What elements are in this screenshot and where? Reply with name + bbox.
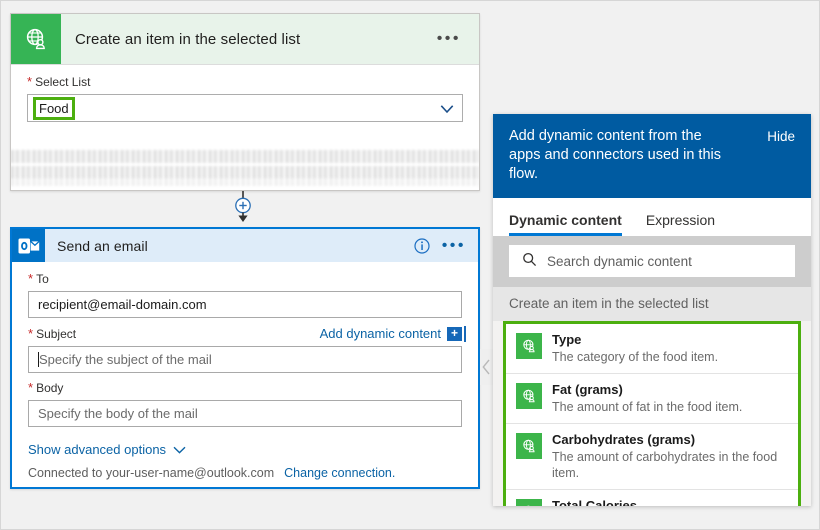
- list-item[interactable]: Fat (grams) The amount of fat in the foo…: [506, 374, 798, 424]
- dynamic-content-panel-header: Add dynamic content from the apps and co…: [493, 114, 811, 198]
- card-title-send-email: Send an email: [57, 238, 148, 254]
- sharepoint-globe-person-icon: [11, 14, 61, 64]
- hide-panel-button[interactable]: Hide: [767, 127, 795, 144]
- list-item-name: Total Calories: [552, 498, 788, 506]
- list-item-name: Carbohydrates (grams): [552, 432, 788, 448]
- subject-label-text: Subject: [36, 327, 76, 341]
- dynamic-content-group-label: Create an item in the selected list: [493, 287, 811, 321]
- chevron-left-icon: [482, 359, 491, 375]
- email-card-header-actions: •••: [414, 238, 478, 254]
- list-item-description: The amount of fat in the food item.: [552, 399, 742, 415]
- info-icon[interactable]: [414, 238, 430, 254]
- dynamic-content-panel: Add dynamic content from the apps and co…: [493, 114, 811, 506]
- list-item-text: Type The category of the food item.: [552, 332, 718, 365]
- sharepoint-globe-person-icon: [516, 383, 542, 409]
- body-label: * Body: [28, 381, 462, 395]
- action-card-send-email[interactable]: Send an email ••• * To: [10, 227, 480, 489]
- search-icon: [522, 252, 537, 270]
- card-body-send-email: * To recipient@email-domain.com * Subjec…: [12, 262, 478, 480]
- tab-expression[interactable]: Expression: [646, 212, 715, 236]
- select-list-value: Food: [36, 100, 72, 117]
- select-list-label: * Select List: [27, 75, 463, 89]
- dynamic-content-panel-header-text: Add dynamic content from the apps and co…: [509, 127, 733, 184]
- card-header-create-item[interactable]: Create an item in the selected list •••: [11, 14, 479, 65]
- card-body-create-item: * Select List Food: [11, 65, 479, 122]
- sharepoint-globe-person-icon: [516, 433, 542, 459]
- more-options-button[interactable]: •••: [442, 242, 466, 250]
- body-label-text: Body: [36, 381, 63, 395]
- body-input[interactable]: Specify the body of the mail: [28, 400, 462, 427]
- card-title-create-item: Create an item in the selected list: [75, 31, 300, 48]
- subject-label-row: * Subject Add dynamic content +: [28, 326, 462, 341]
- panel-collapse-handle[interactable]: [480, 349, 493, 385]
- action-card-create-item[interactable]: Create an item in the selected list ••• …: [10, 13, 480, 191]
- to-label: * To: [28, 272, 462, 286]
- chevron-down-icon: [173, 442, 186, 457]
- list-item-text: Total Calories The number of total calor…: [552, 498, 788, 506]
- to-input-value: recipient@email-domain.com: [38, 297, 207, 312]
- select-list-label-text: Select List: [35, 75, 90, 89]
- change-connection-link[interactable]: Change connection.: [284, 466, 395, 480]
- subject-input[interactable]: Specify the subject of the mail: [28, 346, 462, 373]
- sharepoint-globe-person-icon: [516, 333, 542, 359]
- card-header-actions: •••: [437, 35, 479, 43]
- add-dynamic-content-label: Add dynamic content: [320, 326, 441, 341]
- tab-dynamic-content[interactable]: Dynamic content: [509, 212, 622, 236]
- show-advanced-options-button[interactable]: Show advanced options: [28, 442, 462, 457]
- dynamic-content-tabs: Dynamic content Expression: [493, 198, 811, 236]
- list-item[interactable]: Total Calories The number of total calor…: [506, 490, 798, 506]
- search-dynamic-content-input[interactable]: Search dynamic content: [509, 245, 795, 277]
- required-indicator: *: [28, 327, 33, 340]
- subject-input-placeholder: Specify the subject of the mail: [39, 352, 212, 367]
- add-dynamic-content-button[interactable]: Add dynamic content +: [320, 326, 462, 341]
- body-input-placeholder: Specify the body of the mail: [38, 406, 198, 421]
- more-options-button[interactable]: •••: [437, 35, 461, 43]
- card-header-send-email[interactable]: Send an email •••: [12, 229, 478, 262]
- list-item-text: Fat (grams) The amount of fat in the foo…: [552, 382, 742, 415]
- redacted-content-strip: [11, 150, 479, 163]
- outlook-icon: [12, 229, 45, 262]
- list-item-description: The amount of carbohydrates in the food …: [552, 449, 788, 481]
- sharepoint-globe-person-icon: [516, 499, 542, 506]
- list-item[interactable]: Type The category of the food item.: [506, 324, 798, 374]
- list-item-name: Type: [552, 332, 718, 348]
- to-label-text: To: [36, 272, 49, 286]
- list-item-text: Carbohydrates (grams) The amount of carb…: [552, 432, 788, 481]
- redacted-content-strip: [11, 177, 479, 186]
- dynamic-content-list: Type The category of the food item. Fat …: [503, 321, 801, 506]
- search-input-placeholder: Search dynamic content: [547, 254, 692, 269]
- required-indicator: *: [28, 381, 33, 394]
- list-item-description: The category of the food item.: [552, 349, 718, 365]
- to-input[interactable]: recipient@email-domain.com: [28, 291, 462, 318]
- list-item[interactable]: Carbohydrates (grams) The amount of carb…: [506, 424, 798, 490]
- flow-canvas: Create an item in the selected list ••• …: [1, 1, 493, 530]
- chevron-down-icon[interactable]: [440, 102, 452, 114]
- show-advanced-options-label: Show advanced options: [28, 442, 166, 457]
- required-indicator: *: [28, 272, 33, 285]
- select-list-dropdown[interactable]: Food: [27, 94, 463, 122]
- connection-status-row: Connected to your-user-name@outlook.com …: [28, 466, 462, 480]
- connected-to-text: Connected to your-user-name@outlook.com: [28, 466, 274, 480]
- subject-label: * Subject: [28, 327, 76, 341]
- app-window: Create an item in the selected list ••• …: [0, 0, 820, 530]
- plus-icon[interactable]: +: [447, 327, 462, 341]
- required-indicator: *: [27, 75, 32, 88]
- search-container: Search dynamic content: [493, 236, 811, 287]
- list-item-name: Fat (grams): [552, 382, 742, 398]
- add-step-connector[interactable]: [227, 191, 259, 221]
